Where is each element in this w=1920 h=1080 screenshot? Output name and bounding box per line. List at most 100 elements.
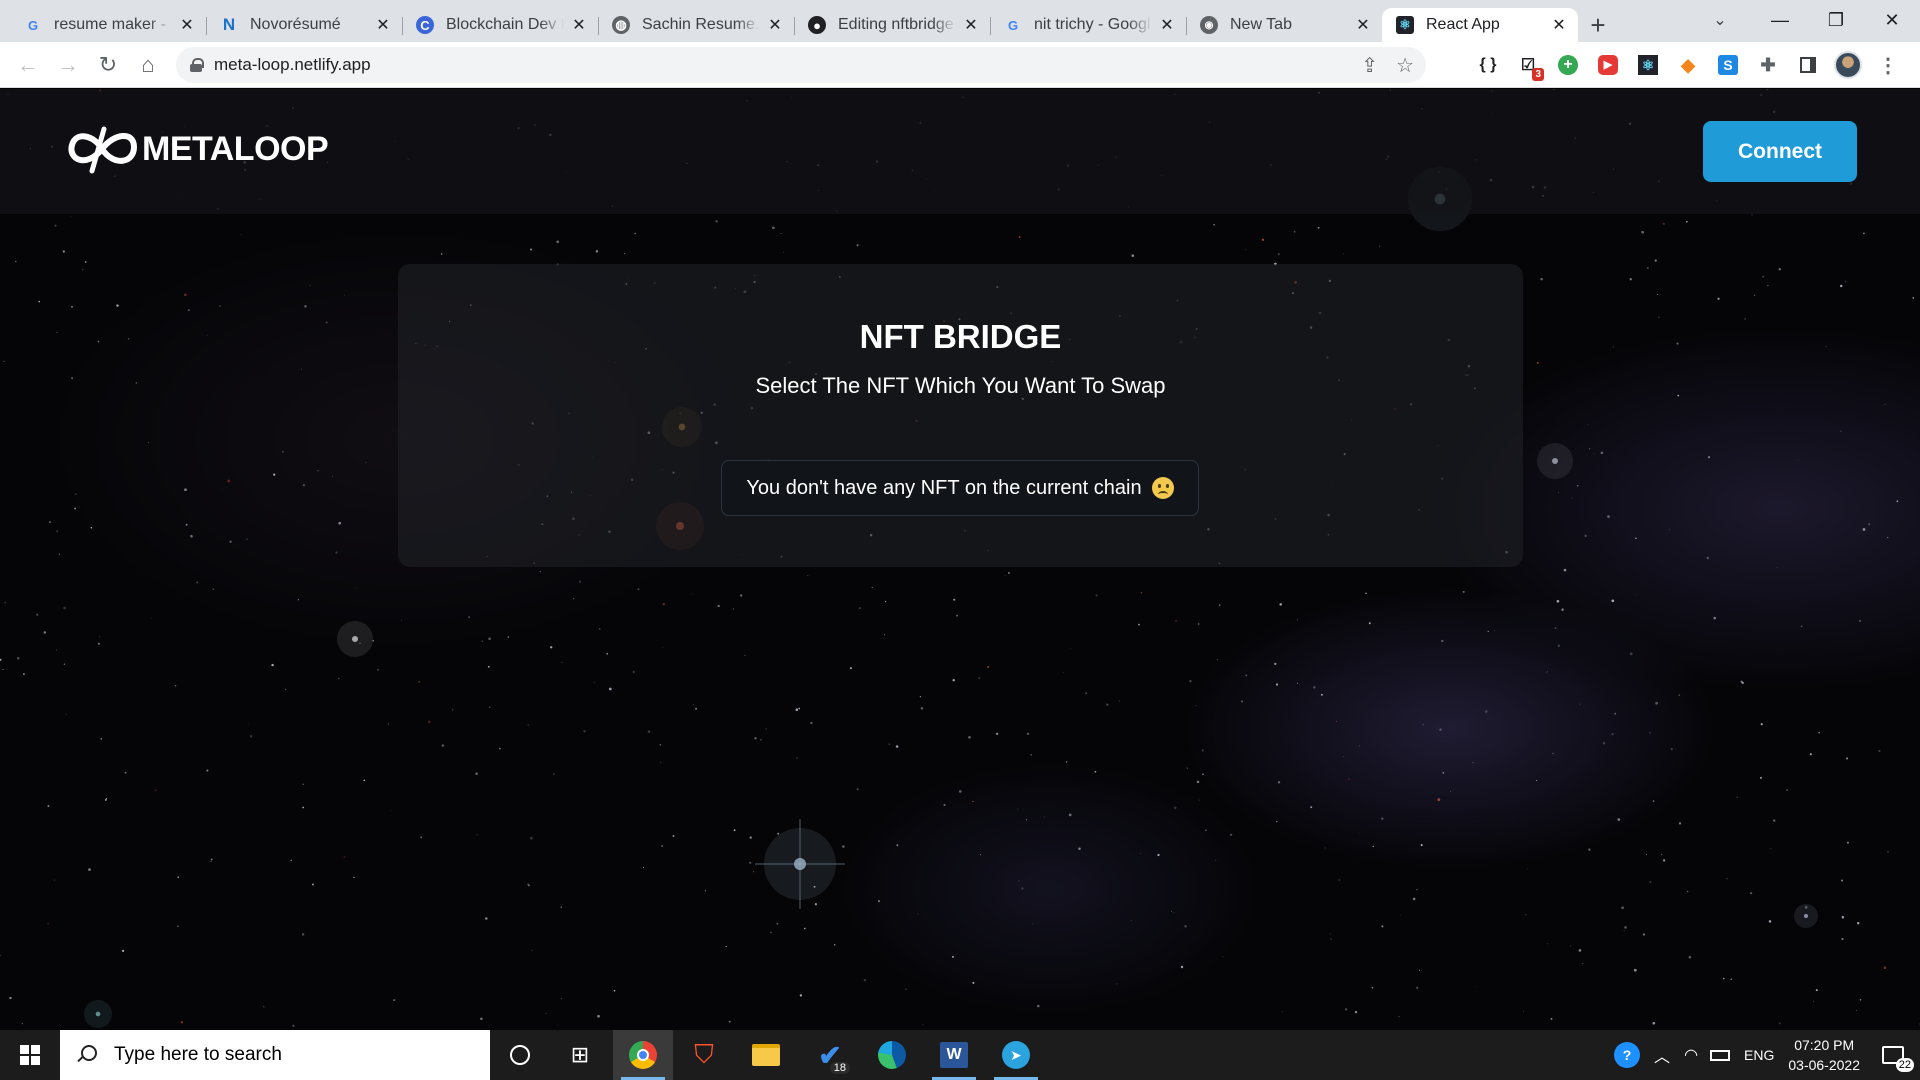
notification-center-icon[interactable]: 22 <box>1882 1046 1914 1072</box>
tab-title: React App <box>1426 16 1500 33</box>
tab-title: Blockchain Dev R <box>446 16 564 33</box>
json-formatter-icon[interactable]: { } <box>1474 51 1502 79</box>
browser-tab[interactable]: ◍ Sachin Resume.pc ✕ <box>598 8 794 42</box>
profile-avatar[interactable] <box>1834 51 1862 79</box>
s-extension-icon[interactable]: S <box>1714 51 1742 79</box>
word-icon[interactable]: W <box>924 1030 984 1080</box>
browser-tab[interactable]: N Novorésumé ✕ <box>206 8 402 42</box>
tab-title: nit trichy - Googl <box>1034 16 1151 33</box>
infinity-loop-logo-icon <box>68 126 137 174</box>
tab-title: Editing nftbridge <box>838 16 954 33</box>
close-icon[interactable]: ✕ <box>962 16 980 34</box>
react-icon: ⚛ <box>1396 16 1414 34</box>
microsoft-todo-icon[interactable]: ✔ 18 <box>800 1030 860 1080</box>
side-panel-icon[interactable] <box>1794 51 1822 79</box>
task-view-icon[interactable]: ⊞ <box>550 1030 610 1080</box>
cortana-icon[interactable] <box>490 1030 550 1080</box>
empty-nft-message: You don't have any NFT on the current ch… <box>721 460 1199 516</box>
help-icon[interactable]: ? <box>1614 1042 1641 1068</box>
chrome-icon: ◉ <box>1200 16 1218 34</box>
browser-tab[interactable]: ◉ New Tab ✕ <box>1186 8 1382 42</box>
home-icon[interactable]: ⌂ <box>128 45 168 85</box>
clock-time: 07:20 PM <box>1794 1037 1855 1053</box>
back-icon[interactable]: ← <box>8 45 48 85</box>
close-icon[interactable]: ✕ <box>374 16 392 34</box>
new-tab-button[interactable]: + <box>1578 8 1618 42</box>
windows-logo-icon <box>20 1045 40 1065</box>
browser-tabstrip: G resume maker - G ✕ N Novorésumé ✕ C Bl… <box>0 0 1920 42</box>
chevron-up-icon[interactable]: ︿ <box>1654 1043 1670 1067</box>
windows-taskbar: Type here to search ⊞ ⛉ ✔ 18 W ➤ ? ︿ ◠ E… <box>0 1030 1920 1080</box>
menu-kebab-icon[interactable]: ⋮ <box>1874 51 1902 79</box>
react-devtools-icon[interactable]: ⚛ <box>1634 51 1662 79</box>
system-tray: ? ︿ ◠ ENG 07:20 PM 03-06-2022 22 <box>1614 1030 1920 1080</box>
brand-name: METALOOP <box>142 129 329 168</box>
site-logo[interactable]: METALOOP <box>64 121 329 177</box>
forward-icon[interactable]: → <box>48 45 88 85</box>
globe-icon: ◍ <box>612 16 630 34</box>
notification-count: 22 <box>1895 1058 1914 1072</box>
page-viewport: METALOOP Connect NFT BRIDGE Select The N… <box>0 89 1920 1030</box>
browser-tab[interactable]: C Blockchain Dev R ✕ <box>402 8 598 42</box>
share-icon[interactable]: ⇪ <box>1361 53 1378 78</box>
nft-bridge-card: NFT BRIDGE Select The NFT Which You Want… <box>398 264 1523 567</box>
connect-wallet-button[interactable]: Connect <box>1703 121 1857 182</box>
address-bar[interactable]: meta-loop.netlify.app ⇪ ☆ <box>176 47 1426 83</box>
clock-date: 03-06-2022 <box>1788 1057 1860 1073</box>
browser-tab-active[interactable]: ⚛ React App ✕ <box>1382 8 1578 42</box>
battery-icon[interactable] <box>1710 1049 1731 1061</box>
brave-browser-icon[interactable]: ⛉ <box>674 1030 734 1080</box>
plus-extension-icon[interactable]: + <box>1554 51 1582 79</box>
browser-tab[interactable]: ● Editing nftbridge ✕ <box>794 8 990 42</box>
chrome-taskbar-icon[interactable] <box>613 1030 673 1080</box>
lock-icon[interactable] <box>190 58 204 72</box>
telegram-icon[interactable]: ➤ <box>986 1030 1046 1080</box>
taskbar-search-box[interactable]: Type here to search <box>60 1030 490 1080</box>
tab-title: Sachin Resume.pc <box>642 16 760 33</box>
clock[interactable]: 07:20 PM 03-06-2022 <box>1788 1035 1860 1075</box>
search-icon <box>76 1045 97 1065</box>
close-icon[interactable]: ✕ <box>1354 16 1372 34</box>
c-logo-icon: C <box>416 16 434 34</box>
taskbar-search-placeholder: Type here to search <box>114 1044 282 1065</box>
empty-nft-message-text: You don't have any NFT on the current ch… <box>746 476 1142 499</box>
url-text: meta-loop.netlify.app <box>214 55 371 74</box>
todo-check-icon[interactable]: ☑ 3 <box>1514 51 1544 81</box>
browser-tab[interactable]: G resume maker - G ✕ <box>10 8 206 42</box>
close-icon[interactable]: ✕ <box>1158 16 1176 34</box>
close-icon[interactable]: ✕ <box>1550 16 1568 34</box>
close-icon[interactable]: ✕ <box>766 16 784 34</box>
start-button[interactable] <box>0 1030 60 1080</box>
reload-icon[interactable]: ↻ <box>88 45 128 85</box>
github-icon: ● <box>808 16 826 34</box>
edge-browser-icon[interactable] <box>862 1030 922 1080</box>
browser-toolbar: ← → ↻ ⌂ meta-loop.netlify.app ⇪ ☆ { } ☑ 3… <box>0 42 1920 88</box>
novoresume-icon: N <box>222 15 236 34</box>
frowning-face-icon <box>1151 477 1174 499</box>
extensions-bar: { } ☑ 3 + ▶ ⚛ ◆ S ✚ ⋮ <box>1474 42 1902 88</box>
video-extension-icon[interactable]: ▶ <box>1594 51 1622 79</box>
metamask-fox-icon[interactable]: ◆ <box>1674 51 1702 79</box>
network-icon[interactable]: ◠ <box>1684 1045 1698 1065</box>
browser-tab[interactable]: G nit trichy - Googl ✕ <box>990 8 1186 42</box>
page-subtitle: Select The NFT Which You Want To Swap <box>755 373 1166 398</box>
file-explorer-icon[interactable] <box>736 1030 796 1080</box>
site-header: METALOOP Connect <box>0 89 1920 214</box>
minimize-icon[interactable]: — <box>1752 0 1808 40</box>
close-icon[interactable]: ✕ <box>570 16 588 34</box>
google-icon: G <box>1007 17 1019 33</box>
close-icon[interactable]: ✕ <box>178 16 196 34</box>
google-icon: G <box>27 17 39 33</box>
tab-title: Novorésumé <box>250 16 341 33</box>
page-title: NFT BRIDGE <box>859 318 1062 355</box>
tab-search-icon[interactable]: ⌄ <box>1700 0 1740 40</box>
language-indicator[interactable]: ENG <box>1744 1047 1774 1063</box>
close-window-icon[interactable]: ✕ <box>1864 0 1920 40</box>
restore-icon[interactable]: ❐ <box>1808 0 1864 40</box>
bookmark-star-icon[interactable]: ☆ <box>1396 53 1414 78</box>
tab-title: New Tab <box>1230 16 1292 33</box>
window-controls: — ❐ ✕ <box>1752 0 1920 40</box>
tab-title: resume maker - G <box>54 16 172 33</box>
extensions-puzzle-icon[interactable]: ✚ <box>1754 51 1782 79</box>
extension-badge: 3 <box>1532 68 1544 81</box>
